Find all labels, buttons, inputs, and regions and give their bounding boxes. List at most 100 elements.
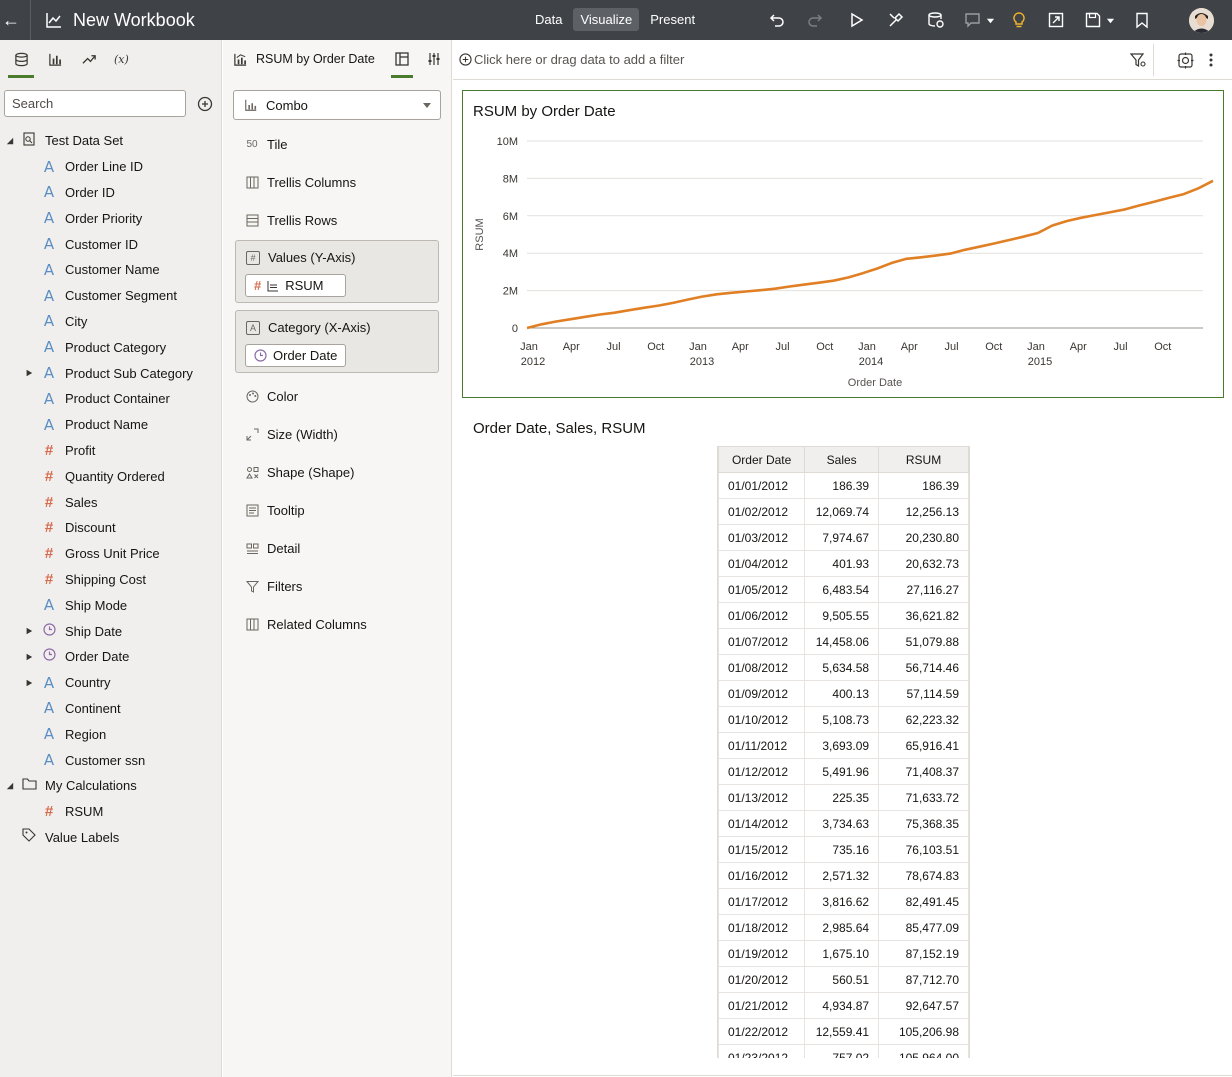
values-pill-rsum[interactable]: # RSUM xyxy=(245,274,346,297)
mode-visualize[interactable]: Visualize xyxy=(573,8,640,31)
collapsed-caret-icon[interactable] xyxy=(25,626,33,636)
tab-properties[interactable] xyxy=(419,40,449,78)
drop-target-size[interactable]: Size (Width) xyxy=(245,424,338,444)
drop-target-shape[interactable]: Shape (Shape) xyxy=(245,462,354,482)
table-row[interactable]: 01/08/2012 5,634.58 56,714.46 xyxy=(718,654,969,681)
tree-item[interactable]: A City xyxy=(0,309,222,335)
search-input[interactable]: Search xyxy=(4,90,186,117)
tree-item[interactable]: My Calculations xyxy=(0,773,222,799)
column-header-order-date[interactable]: Order Date xyxy=(718,446,806,473)
save-button[interactable] xyxy=(1076,0,1122,40)
collapsed-caret-icon[interactable] xyxy=(25,368,33,378)
drop-target-color[interactable]: Color xyxy=(245,386,298,406)
back-arrow-icon[interactable]: ← xyxy=(0,0,22,40)
tab-analytics[interactable] xyxy=(72,40,106,78)
drop-target-filters[interactable]: Filters xyxy=(245,576,302,596)
table-row[interactable]: 01/09/2012 400.13 57,114.59 xyxy=(718,680,969,707)
tree-item[interactable]: Ship Date xyxy=(0,618,222,644)
run-button[interactable] xyxy=(836,0,876,40)
insights-button[interactable] xyxy=(1002,0,1036,40)
filter-placeholder[interactable]: Click here or drag data to add a filter xyxy=(474,52,684,67)
tree-item[interactable]: # Shipping Cost xyxy=(0,567,222,593)
tab-functions[interactable]: (x) xyxy=(106,40,140,78)
workbook-title[interactable]: New Workbook xyxy=(73,10,195,31)
table-row[interactable]: 01/10/2012 5,108.73 62,223.32 xyxy=(718,706,969,733)
tree-item[interactable]: A Product Name xyxy=(0,412,222,438)
tree-item[interactable]: # Profit xyxy=(0,438,222,464)
tree-item[interactable]: A Customer ssn xyxy=(0,747,222,773)
filter-bar[interactable]: Click here or drag data to add a filter xyxy=(453,40,1232,80)
data-refresh-button[interactable] xyxy=(916,0,956,40)
bookmark-button[interactable] xyxy=(1122,0,1162,40)
tools-button[interactable] xyxy=(876,0,916,40)
tree-item[interactable]: A Product Container xyxy=(0,386,222,412)
collapsed-caret-icon[interactable] xyxy=(25,678,33,688)
export-button[interactable] xyxy=(1036,0,1076,40)
tree-item[interactable]: A Customer Segment xyxy=(0,283,222,309)
tab-data[interactable] xyxy=(4,40,38,78)
expanded-caret-icon[interactable] xyxy=(6,136,14,146)
table-row[interactable]: 01/12/2012 5,491.96 71,408.37 xyxy=(718,758,969,785)
table-row[interactable]: 01/11/2012 3,693.09 65,916.41 xyxy=(718,732,969,759)
table-row[interactable]: 01/21/2012 4,934.87 92,647.57 xyxy=(718,992,969,1019)
tree-item[interactable]: A Product Category xyxy=(0,334,222,360)
tree-item[interactable]: A Customer Name xyxy=(0,257,222,283)
tree-item[interactable]: A Ship Mode xyxy=(0,592,222,618)
table-row[interactable]: 01/17/2012 3,816.62 82,491.45 xyxy=(718,888,969,915)
tree-item[interactable]: A Order ID xyxy=(0,180,222,206)
collapsed-caret-icon[interactable] xyxy=(25,652,33,662)
filter-options-button[interactable] xyxy=(1123,40,1153,80)
tree-item[interactable]: A Product Sub Category xyxy=(0,360,222,386)
tree-item[interactable]: A Order Line ID xyxy=(0,154,222,180)
category-pill-order-date[interactable]: Order Date xyxy=(245,344,346,367)
table-row[interactable]: 01/01/2012 186.39 186.39 xyxy=(718,472,969,499)
tree-item[interactable]: # Gross Unit Price xyxy=(0,541,222,567)
tree-item[interactable]: # Discount xyxy=(0,515,222,541)
table-row[interactable]: 01/14/2012 3,734.63 75,368.35 xyxy=(718,810,969,837)
redo-button[interactable] xyxy=(796,0,836,40)
drop-target-trellis-columns[interactable]: Trellis Columns xyxy=(245,172,356,192)
table-row[interactable]: 01/13/2012 225.35 71,633.72 xyxy=(718,784,969,811)
tree-item[interactable]: Order Date xyxy=(0,644,222,670)
viz-type-select[interactable]: Combo xyxy=(233,90,441,120)
more-options-button[interactable] xyxy=(1196,40,1226,80)
column-header-sales[interactable]: Sales xyxy=(804,446,880,473)
table-visualization[interactable]: Order Date Sales RSUM 01/01/2012 186.39 18… xyxy=(717,446,970,1058)
table-row[interactable]: 01/03/2012 7,974.67 20,230.80 xyxy=(718,524,969,551)
add-circle-icon[interactable] xyxy=(197,96,213,112)
table-row[interactable]: 01/05/2012 6,483.54 27,116.27 xyxy=(718,576,969,603)
table-row[interactable]: 01/19/2012 1,675.10 87,152.19 xyxy=(718,940,969,967)
tree-item[interactable]: A Customer ID xyxy=(0,231,222,257)
undo-button[interactable] xyxy=(756,0,796,40)
drop-target-values[interactable]: # Values (Y-Axis) # RSUM xyxy=(235,240,439,303)
table-row[interactable]: 01/23/2012 757.02 105,964.00 xyxy=(718,1044,969,1058)
user-avatar[interactable] xyxy=(1189,8,1214,33)
tab-visualizations[interactable] xyxy=(38,40,72,78)
expanded-caret-icon[interactable] xyxy=(6,781,14,791)
table-row[interactable]: 01/04/2012 401.93 20,632.73 xyxy=(718,550,969,577)
tree-item[interactable]: # Sales xyxy=(0,489,222,515)
table-row[interactable]: 01/02/2012 12,069.74 12,256.13 xyxy=(718,498,969,525)
table-row[interactable]: 01/15/2012 735.16 76,103.51 xyxy=(718,836,969,863)
tab-grammar[interactable] xyxy=(387,40,417,78)
tree-item[interactable]: A Continent xyxy=(0,696,222,722)
table-row[interactable]: 01/16/2012 2,571.32 78,674.83 xyxy=(718,862,969,889)
table-row[interactable]: 01/07/2012 14,458.06 51,079.88 xyxy=(718,628,969,655)
table-row[interactable]: 01/22/2012 12,559.41 105,206.98 xyxy=(718,1018,969,1045)
tree-item[interactable]: Test Data Set xyxy=(0,128,222,154)
drop-target-tooltip[interactable]: Tooltip xyxy=(245,500,305,520)
table-row[interactable]: 01/06/2012 9,505.55 36,621.82 xyxy=(718,602,969,629)
drop-target-tile[interactable]: 50 Tile xyxy=(245,134,287,154)
table-row[interactable]: 01/18/2012 2,985.64 85,477.09 xyxy=(718,914,969,941)
tree-item[interactable]: Value Labels xyxy=(0,825,222,851)
mode-present[interactable]: Present xyxy=(643,8,702,31)
tree-item[interactable]: A Country xyxy=(0,670,222,696)
tree-item[interactable]: # RSUM xyxy=(0,799,222,825)
tree-item[interactable]: A Region xyxy=(0,721,222,747)
comments-button[interactable] xyxy=(956,0,1002,40)
tree-item[interactable]: # Quantity Ordered xyxy=(0,463,222,489)
column-header-rsum[interactable]: RSUM xyxy=(878,446,969,473)
drop-target-trellis-rows[interactable]: Trellis Rows xyxy=(245,210,337,230)
tree-item[interactable]: A Order Priority xyxy=(0,205,222,231)
add-filter-icon[interactable] xyxy=(459,53,472,66)
